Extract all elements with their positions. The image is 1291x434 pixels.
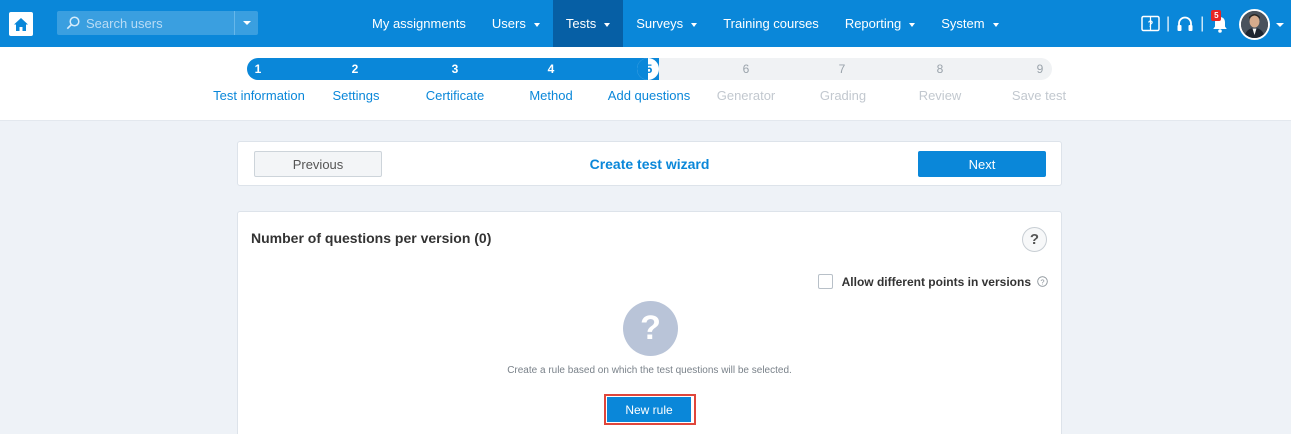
chevron-down-icon bbox=[604, 22, 611, 27]
chevron-down-icon bbox=[909, 22, 916, 27]
step-number[interactable]: 4 bbox=[541, 58, 561, 80]
info-icon[interactable]: ? bbox=[1037, 276, 1048, 287]
home-icon bbox=[14, 17, 28, 31]
step-label-method[interactable]: Method bbox=[529, 88, 572, 103]
questions-per-version-panel: Number of questions per version (0) ? Al… bbox=[237, 211, 1062, 434]
nav-tests[interactable]: Tests bbox=[552, 0, 624, 47]
nav-users[interactable]: Users bbox=[479, 0, 553, 47]
nav-my-assignments[interactable]: My assignments bbox=[359, 0, 479, 47]
step-label-add-questions: Add questions bbox=[607, 88, 691, 103]
chevron-down-icon bbox=[242, 21, 251, 25]
step-number: 9 bbox=[1036, 62, 1044, 76]
step-number: 7 bbox=[838, 62, 846, 76]
chevron-down-icon bbox=[992, 22, 999, 27]
search-icon bbox=[66, 16, 80, 30]
notification-badge: 5 bbox=[1211, 9, 1222, 21]
allow-different-points-label[interactable]: Allow different points in versions bbox=[842, 275, 1031, 289]
svg-text:?: ? bbox=[1040, 277, 1044, 286]
step-number[interactable]: 3 bbox=[445, 58, 465, 80]
step-number-current: 5 bbox=[645, 62, 653, 76]
separator: | bbox=[1166, 14, 1171, 32]
navbar-utilities: ? | | 5 bbox=[1141, 0, 1230, 47]
allow-different-points-checkbox[interactable] bbox=[817, 274, 833, 289]
help-button[interactable]: ? bbox=[1022, 227, 1047, 252]
nav-reporting[interactable]: Reporting bbox=[832, 0, 928, 47]
nav-system[interactable]: System bbox=[928, 0, 1011, 47]
headset-icon[interactable] bbox=[1176, 15, 1194, 33]
chevron-down-icon bbox=[533, 22, 540, 27]
home-button[interactable] bbox=[9, 12, 33, 36]
step-label-grading: Grading bbox=[819, 88, 867, 103]
previous-button[interactable]: Previous bbox=[254, 151, 382, 177]
nav-surveys[interactable]: Surveys bbox=[623, 0, 710, 47]
notifications-button[interactable]: 5 bbox=[1210, 9, 1230, 34]
step-label-test-information[interactable]: Test information bbox=[213, 88, 305, 103]
new-rule-highlight: New rule bbox=[604, 394, 696, 425]
chevron-down-icon[interactable] bbox=[1276, 23, 1284, 27]
search-box bbox=[57, 11, 258, 35]
avatar[interactable] bbox=[1239, 9, 1270, 40]
step-number[interactable]: 1 bbox=[248, 58, 268, 80]
search-input[interactable] bbox=[86, 14, 226, 32]
panel-title: Number of questions per version (0) bbox=[251, 230, 492, 246]
step-label-settings[interactable]: Settings bbox=[333, 88, 380, 103]
step-label-save-test: Save test bbox=[1011, 88, 1067, 103]
step-number[interactable]: 2 bbox=[345, 58, 365, 80]
nav-training-courses[interactable]: Training courses bbox=[710, 0, 832, 47]
chevron-down-icon bbox=[691, 22, 698, 27]
step-label-generator: Generator bbox=[716, 88, 776, 103]
top-navbar: My assignments Users Tests Surveys Train… bbox=[0, 0, 1291, 47]
wizard-steps: 1 2 3 4 5 6 7 8 9 Test information Setti… bbox=[0, 47, 1291, 121]
wizard-navigation: Previous Create test wizard Next bbox=[237, 141, 1062, 186]
step-label-certificate[interactable]: Certificate bbox=[426, 88, 485, 103]
separator: | bbox=[1200, 14, 1205, 32]
new-rule-button[interactable]: New rule bbox=[607, 397, 691, 422]
search-filter-dropdown[interactable] bbox=[234, 11, 258, 35]
avatar-photo bbox=[1241, 11, 1268, 38]
next-button[interactable]: Next bbox=[918, 151, 1046, 177]
step-label-review: Review bbox=[918, 88, 962, 103]
step-number: 8 bbox=[936, 62, 944, 76]
allow-different-points-row: Allow different points in versions ? bbox=[817, 274, 1048, 289]
empty-state-text: Create a rule based on which the test qu… bbox=[507, 365, 792, 376]
step-number: 6 bbox=[742, 62, 750, 76]
main-menu: My assignments Users Tests Surveys Train… bbox=[359, 0, 1012, 47]
svg-text:?: ? bbox=[1148, 19, 1154, 29]
question-mark-icon: ? bbox=[623, 301, 678, 356]
manual-icon[interactable]: ? bbox=[1141, 15, 1160, 33]
